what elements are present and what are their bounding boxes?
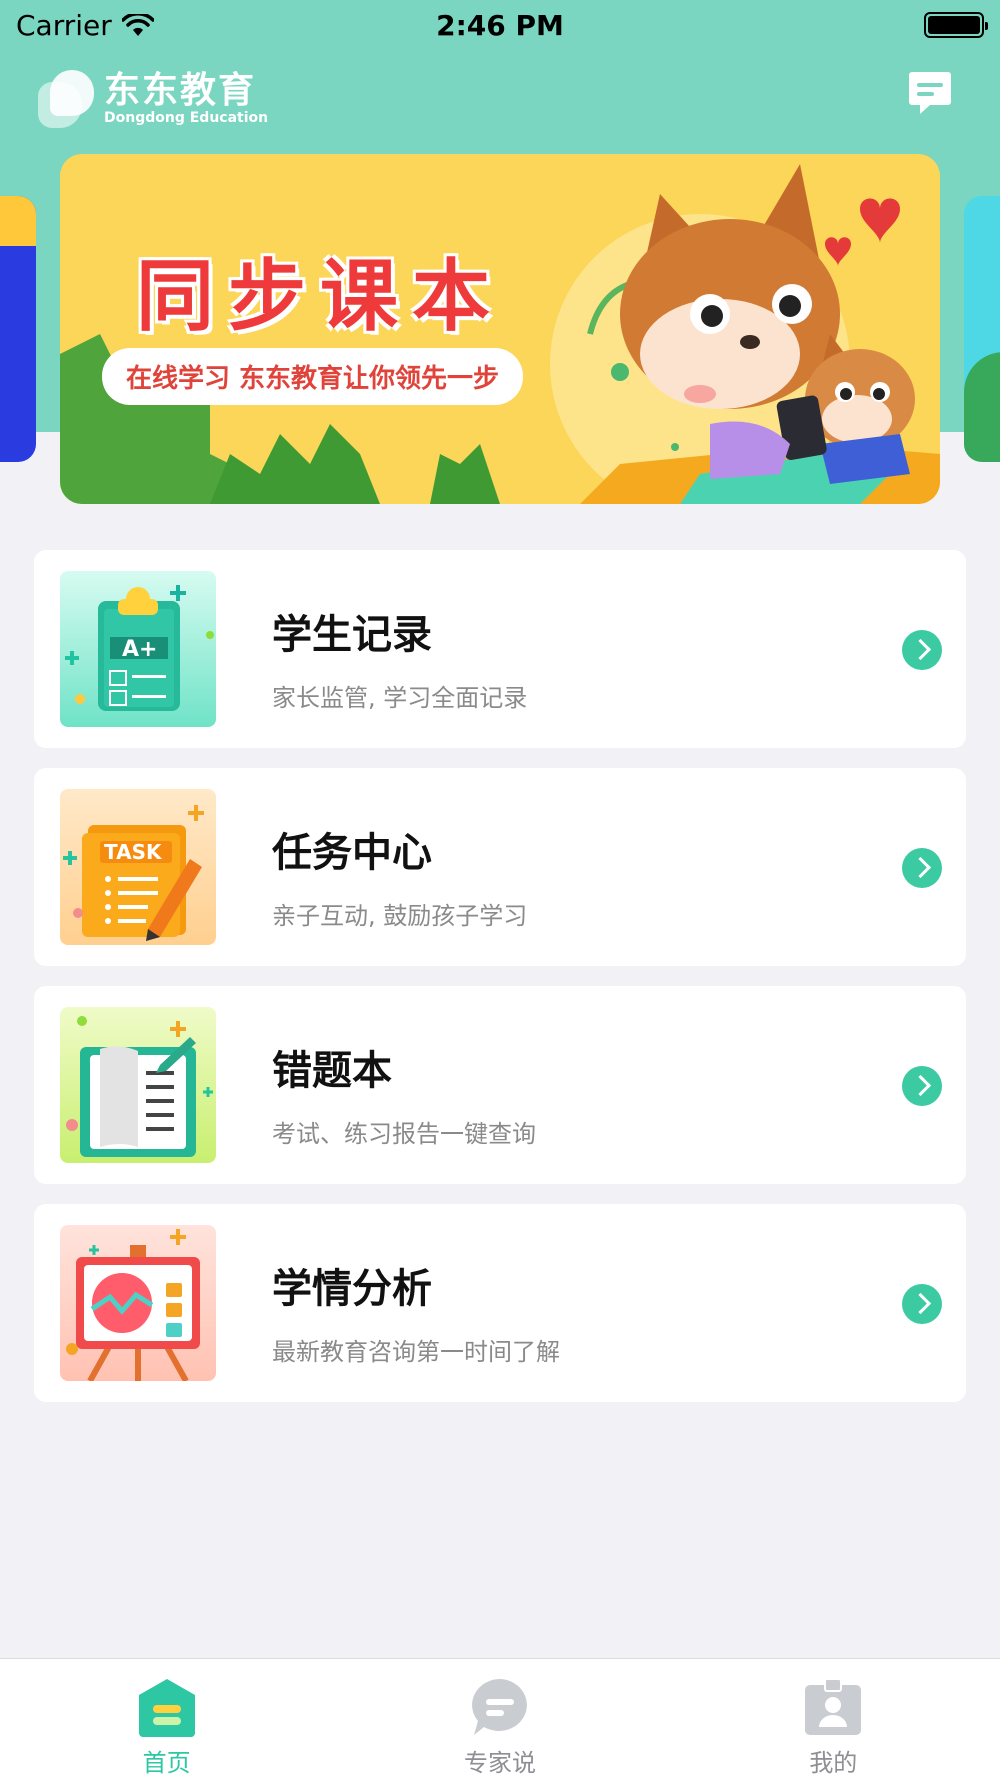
svg-text:TASK: TASK bbox=[104, 840, 163, 864]
status-bar: Carrier 2:46 PM bbox=[0, 0, 1000, 50]
tab-profile[interactable]: 我的 bbox=[667, 1659, 1000, 1778]
svg-text:A+: A+ bbox=[122, 637, 157, 662]
chevron-right-icon[interactable] bbox=[902, 848, 942, 888]
tab-label: 我的 bbox=[809, 1749, 858, 1777]
brand-logo: 东东教育 Dongdong Education bbox=[38, 68, 268, 130]
banner-tagline: 在线学习 东东教育让你领先一步 bbox=[102, 348, 524, 405]
analysis-board-icon bbox=[60, 1225, 216, 1381]
tab-bar: 首页 专家说 我的 bbox=[0, 1658, 1000, 1778]
banner-title: 同步课本 bbox=[136, 252, 505, 342]
home-icon bbox=[138, 1679, 195, 1737]
carousel-prev-slide[interactable] bbox=[0, 196, 36, 462]
card-task-center[interactable]: TASK 任务中心 亲子互动, 鼓励孩子学习 bbox=[34, 768, 966, 966]
card-error-book[interactable]: 错题本 考试、练习报告一键查询 bbox=[34, 986, 966, 1184]
card-title: 学生记录 bbox=[272, 612, 432, 658]
card-student-records[interactable]: A+ 学生记录 家长监管, 学习全面记录 bbox=[34, 550, 966, 748]
carousel-next-slide[interactable] bbox=[964, 196, 1000, 462]
task-notebook-icon: TASK bbox=[60, 789, 216, 945]
message-icon bbox=[909, 72, 951, 114]
card-title: 学情分析 bbox=[272, 1266, 432, 1312]
chevron-right-icon[interactable] bbox=[902, 1284, 942, 1324]
brand-name: 东东教育 bbox=[104, 70, 257, 111]
banner-carousel-slide[interactable]: 同步课本 在线学习 东东教育让你领先一步 bbox=[60, 154, 940, 504]
profile-badge-icon bbox=[805, 1678, 862, 1735]
card-learning-analysis[interactable]: 学情分析 最新教育咨询第一时间了解 bbox=[34, 1204, 966, 1402]
error-book-icon bbox=[60, 1007, 216, 1163]
tab-label: 专家说 bbox=[463, 1749, 536, 1777]
tab-expert-talk[interactable]: 专家说 bbox=[333, 1659, 666, 1778]
tab-home[interactable]: 首页 bbox=[0, 1659, 333, 1778]
battery-icon bbox=[924, 12, 988, 38]
card-description: 家长监管, 学习全面记录 bbox=[272, 684, 528, 712]
card-title: 错题本 bbox=[272, 1048, 392, 1094]
logo-mark-icon bbox=[38, 68, 94, 130]
chevron-right-icon[interactable] bbox=[902, 1066, 942, 1106]
brand-subtitle: Dongdong Education bbox=[104, 110, 269, 126]
tab-label: 首页 bbox=[142, 1749, 191, 1777]
card-title: 任务中心 bbox=[272, 830, 432, 876]
status-time: 2:46 PM bbox=[436, 9, 564, 42]
chevron-right-icon[interactable] bbox=[902, 630, 942, 670]
card-description: 考试、练习报告一键查询 bbox=[272, 1120, 536, 1148]
feature-card-list: A+ 学生记录 家长监管, 学习全面记录 TASK 任务中心 亲子互动, 鼓励孩… bbox=[34, 550, 966, 1422]
chat-bubble-icon bbox=[472, 1679, 527, 1735]
message-button[interactable] bbox=[908, 70, 952, 116]
card-description: 最新教育咨询第一时间了解 bbox=[272, 1338, 560, 1366]
card-description: 亲子互动, 鼓励孩子学习 bbox=[272, 902, 528, 930]
clipboard-grade-icon: A+ bbox=[60, 571, 216, 727]
